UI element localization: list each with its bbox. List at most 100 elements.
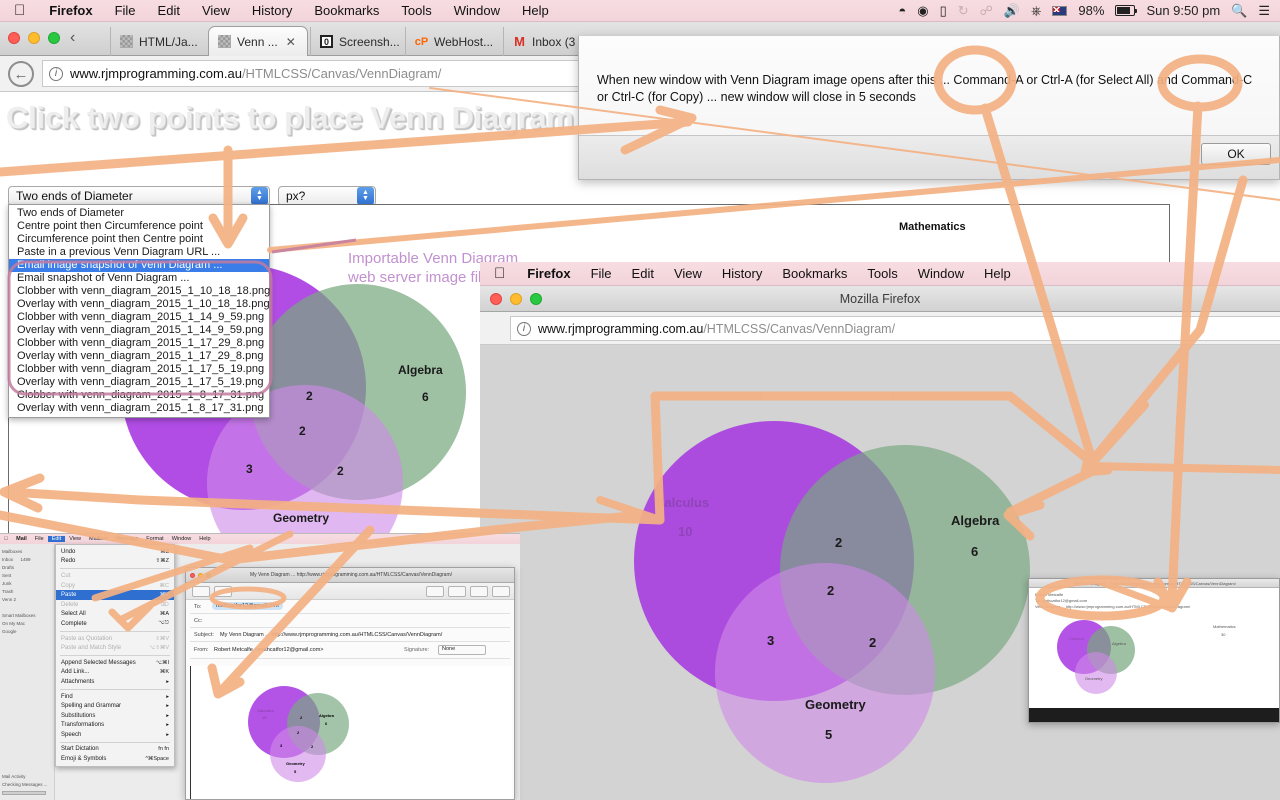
menu-edit[interactable]: Edit [147,3,191,18]
compose-signature-select[interactable]: None [438,645,486,655]
mail-menu-view[interactable]: View [65,536,85,542]
dropdown-option[interactable]: Clobber with venn_diagram_2015_1_17_29_8… [9,337,269,350]
menu-history[interactable]: History [712,266,772,281]
browser-tab-screensh[interactable]: 0 Screensh... [310,27,405,56]
menu-item-complete[interactable]: Complete ⌥⎋ [56,619,174,629]
dropdown-option[interactable]: Clobber with venn_diagram_2015_1_17_5_19… [9,363,269,376]
menu-item-undo[interactable]: Undo ⌘Z [56,547,174,557]
mode-select[interactable]: Two ends of Diameter ▲ ▼ [8,186,270,206]
time-machine-icon[interactable]: ◉ [917,3,928,19]
menu-window[interactable]: Window [443,3,511,18]
minimize-window-button[interactable] [28,32,40,44]
menu-help[interactable]: Help [511,3,560,18]
menu-window[interactable]: Window [908,266,974,281]
mail-menu-window[interactable]: Window [168,536,196,542]
unit-select[interactable]: px? ▲ ▼ [278,186,376,206]
mail-menu-file[interactable]: File [31,536,48,542]
dropdown-option[interactable]: Overlay with venn_diagram_2015_1_8_17_31… [9,402,269,415]
zoom-window-button[interactable] [206,573,211,578]
zoom-window-button[interactable] [48,32,60,44]
dropdown-option[interactable]: Two ends of Diameter [9,207,269,220]
info-icon[interactable]: i [49,66,63,81]
minimize-window-button[interactable] [198,573,203,578]
tab-list-back-icon[interactable]: ‹ [70,29,75,47]
screen-mirroring-icon[interactable]: ▯ [940,3,947,19]
address-bar-front[interactable]: i www.rjmprogramming.com.au/HTMLCSS/Canv… [510,316,1280,341]
compose-body[interactable]: Calculus 10 Algebra 6 Geometry 5 2 3 2 2 [190,666,512,799]
apple-menu-icon[interactable]:  [0,2,38,19]
attach-button[interactable] [426,586,444,597]
menu-tools[interactable]: Tools [390,3,442,18]
menu-history[interactable]: History [241,3,303,18]
minimize-window-button[interactable] [510,293,522,305]
dropdown-option[interactable]: Clobber with venn_diagram_2015_1_14_9_59… [9,311,269,324]
browser-tab-webhost[interactable]: cP WebHost... [405,27,502,56]
menu-item-substitutions[interactable]: Substitutions ▸ [56,711,174,721]
menu-item-add-link[interactable]: Add Link... ⌘K [56,668,174,678]
dropdown-option[interactable]: Centre point then Circumference point [9,220,269,233]
menu-edit[interactable]: Edit [622,266,664,281]
mail-menu-message[interactable]: Message [112,536,142,542]
notification-center-icon[interactable]: ☰ [1258,3,1270,19]
close-window-button[interactable] [190,573,195,578]
close-window-button[interactable] [8,32,20,44]
menu-file[interactable]: File [104,3,147,18]
dropdown-option[interactable]: Overlay with venn_diagram_2015_1_17_29_8… [9,350,269,363]
compose-to-value[interactable]: mathcatfor12@gmail.com [212,602,283,610]
menu-item-spelling-and-grammar[interactable]: Spelling and Grammar ▸ [56,701,174,711]
mail-menu-format[interactable]: Format [142,536,167,542]
dropdown-option[interactable]: Overlay with venn_diagram_2015_1_14_9_59… [9,324,269,337]
browser-tab-html-ja[interactable]: HTML/Ja... [110,27,210,56]
close-window-button[interactable] [490,293,502,305]
menu-item-paste[interactable]: Paste ⌘V [56,590,174,600]
menu-item-find[interactable]: Find ▸ [56,692,174,702]
battery-charging-icon[interactable] [1115,5,1138,16]
dock[interactable] [1029,708,1279,722]
menu-view[interactable]: View [664,266,712,281]
dropdown-option[interactable]: Clobber with venn_diagram_2015_1_8_17_31… [9,389,269,402]
apple-menu-icon[interactable]:  [0,536,12,542]
browser-tab-venn[interactable]: Venn ... ✕ [208,26,308,56]
menu-firefox[interactable]: Firefox [38,3,103,18]
menu-firefox[interactable]: Firefox [517,266,580,281]
close-icon[interactable]: ✕ [286,35,296,49]
dropdown-option[interactable]: Circumference point then Centre point [9,233,269,246]
mail-sidebar[interactable]: Mailboxes Inbox 1489 Drafts Sent Junk Tr… [0,544,55,800]
dropdown-option[interactable]: Paste in a previous Venn Diagram URL ... [9,246,269,259]
dropdown-option[interactable]: Email snapshot of Venn Diagram ... [9,272,269,285]
mail-menu-edit[interactable]: Edit [47,536,66,542]
menu-item-select-all[interactable]: Select All ⌘A [56,610,174,620]
photo-browser-button[interactable] [470,586,488,597]
info-icon[interactable]: i [517,321,531,336]
menu-view[interactable]: View [191,3,241,18]
menu-tools[interactable]: Tools [857,266,907,281]
menu-item-speech[interactable]: Speech ▸ [56,730,174,740]
zoom-window-button[interactable] [530,293,542,305]
apple-menu-icon[interactable]:  [480,265,517,282]
send-button[interactable] [192,586,210,597]
mail-menu-help[interactable]: Help [195,536,214,542]
menu-item-attachments[interactable]: Attachments ▸ [56,677,174,687]
more-options-button[interactable] [214,586,232,597]
history-clock-icon[interactable]: ↻ [958,3,969,19]
menu-item-start-dictation[interactable]: Start Dictation fn fn [56,745,174,755]
menu-item-emoji-and-symbols[interactable]: Emoji & Symbols ^⌘Space [56,754,174,764]
bluetooth-icon[interactable]: ☍ [980,3,993,19]
mail-edit-menu[interactable]: Undo ⌘Z Redo ⇧⌘Z Cut ⌘X Copy ⌘C Paste ⌘V Dele… [55,544,175,767]
volume-icon[interactable]: 🔊 [1004,3,1020,19]
format-button[interactable] [448,586,466,597]
stationery-button[interactable] [492,586,510,597]
wifi-icon[interactable]: ⎈ [1031,3,1041,19]
australia-flag-icon[interactable] [1052,5,1068,16]
mail-menu-mailbox[interactable]: Mailbox [85,536,112,542]
ok-button[interactable]: OK [1201,143,1271,165]
compose-from-value[interactable]: Robert Metcalfe <mathcatfor12@gmail.com> [214,647,324,653]
dropdown-option[interactable]: Overlay with venn_diagram_2015_1_10_18_1… [9,298,270,311]
airplay-icon[interactable]: ◓ [898,3,906,18]
menu-item-redo[interactable]: Redo ⇧⌘Z [56,557,174,567]
mode-select-dropdown[interactable]: Two ends of Diameter Centre point then C… [8,204,270,418]
menu-help[interactable]: Help [974,266,1021,281]
menu-bookmarks[interactable]: Bookmarks [772,266,857,281]
menu-bookmarks[interactable]: Bookmarks [303,3,390,18]
menu-item-append-selected-messages[interactable]: Append Selected Messages ⌥⌘I [56,658,174,668]
